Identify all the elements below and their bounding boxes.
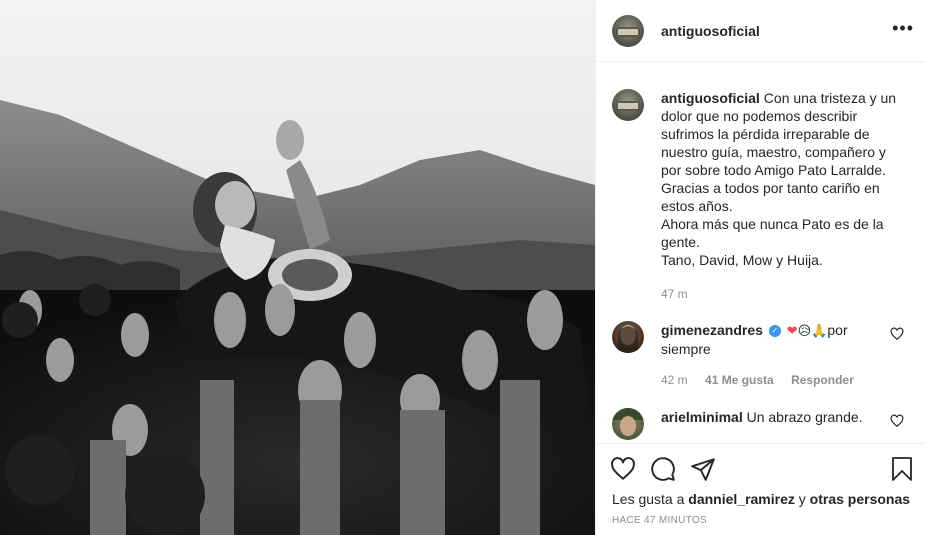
post-side-panel: antiguosoficial ••• antiguosoficial Con u…	[595, 0, 925, 535]
comment-likes[interactable]: 41 Me gusta	[705, 373, 774, 387]
like-comment-heart-icon[interactable]	[890, 327, 904, 341]
like-comment-heart-icon[interactable]	[890, 414, 904, 428]
praying-hands-emoji: 🙏	[811, 323, 828, 338]
bookmark-icon[interactable]	[890, 456, 914, 482]
reply-button[interactable]: Responder	[791, 373, 854, 387]
caption-body: antiguosoficial Con una tristeza y un dol…	[661, 89, 901, 303]
likes-user[interactable]: danniel_ramirez	[688, 491, 795, 507]
post-photo[interactable]	[0, 0, 595, 535]
share-icon[interactable]	[690, 456, 716, 482]
caption-line: gente.	[661, 234, 700, 250]
verified-badge-icon: ✓	[768, 325, 781, 338]
post-actions: Les gusta a danniel_ramirez y otras pers…	[596, 443, 925, 535]
comment-body: arielminimal Un abrazo grande.	[661, 408, 881, 440]
instagram-post: antiguosoficial ••• antiguosoficial Con u…	[0, 0, 925, 535]
caption-username[interactable]: antiguosoficial	[661, 90, 760, 106]
sad-face-emoji: 😥	[797, 323, 812, 338]
caption-avatar[interactable]	[612, 89, 644, 121]
comment-text: Un abrazo grande.	[746, 409, 863, 425]
commenter-avatar[interactable]	[612, 321, 644, 353]
more-options-button[interactable]: •••	[892, 18, 914, 39]
author-avatar[interactable]	[612, 14, 644, 47]
comment-text: por	[827, 322, 848, 338]
caption-line: nuestro guía, maestro, compañero y	[661, 144, 886, 160]
comments-section: antiguosoficial Con una tristeza y un dol…	[596, 63, 925, 443]
author-username[interactable]: antiguosoficial	[661, 23, 760, 39]
likes-connector: y	[798, 491, 806, 507]
caption-line: estos años.	[661, 198, 733, 214]
caption-line: sufrimos la pérdida irreparable de	[661, 126, 870, 142]
caption-line: antiguosoficial Con una tristeza y un	[661, 89, 901, 107]
comment-time[interactable]: 42 m	[661, 373, 688, 387]
caption-text: Con una tristeza y un	[763, 90, 897, 106]
likes-prefix: Les gusta a	[612, 491, 685, 507]
action-icons	[610, 456, 730, 482]
caption-line: Gracias a todos por tanto cariño en	[661, 180, 880, 196]
caption-line: dolor que no podemos describir	[661, 108, 858, 124]
crowd-surfing-photo	[0, 0, 595, 535]
comment-item: arielminimal Un abrazo grande.	[612, 408, 912, 440]
commenter-username[interactable]: gimenezandres	[661, 322, 763, 338]
caption: antiguosoficial Con una tristeza y un dol…	[612, 89, 912, 303]
heart-icon[interactable]	[610, 456, 636, 482]
post-timestamp[interactable]: HACE 47 MINUTOS	[612, 515, 707, 526]
caption-meta: 47 m	[661, 285, 901, 303]
likes-others[interactable]: otras personas	[810, 491, 910, 507]
comment-body: gimenezandres ✓ ❤😥🙏por siempre 42 m 41 M…	[661, 321, 881, 389]
commenter-avatar[interactable]	[612, 408, 644, 440]
comment-item: gimenezandres ✓ ❤😥🙏por siempre 42 m 41 M…	[612, 321, 912, 389]
comment-icon[interactable]	[650, 456, 676, 482]
caption-line: Tano, David, Mow y Huija.	[661, 252, 823, 268]
post-header: antiguosoficial •••	[596, 0, 925, 62]
comment-meta: 42 m 41 Me gusta Responder	[661, 371, 881, 389]
heart-emoji: ❤	[786, 323, 798, 338]
likes-summary: Les gusta a danniel_ramirez y otras pers…	[612, 491, 910, 507]
caption-line: por sobre todo Amigo Pato Larralde.	[661, 162, 886, 178]
commenter-username[interactable]: arielminimal	[661, 409, 743, 425]
caption-line: Ahora más que nunca Pato es de la	[661, 216, 884, 232]
caption-time[interactable]: 47 m	[661, 287, 688, 301]
comment-text-continued: siempre	[661, 341, 711, 357]
